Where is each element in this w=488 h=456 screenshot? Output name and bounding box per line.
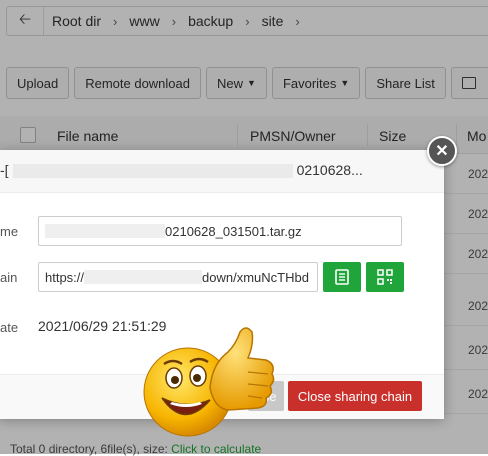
redacted-block <box>12 164 293 179</box>
redacted-block <box>84 270 203 284</box>
qrcode-button[interactable] <box>366 262 404 292</box>
share-chain-suffix: down/xmuNcTHbd <box>202 269 309 285</box>
share-chain-label: ain <box>0 270 18 285</box>
qrcode-icon <box>377 269 393 285</box>
dialog-header: -[ 0210628... <box>0 150 444 193</box>
redacted-block <box>45 224 165 238</box>
share-chain-field[interactable]: https:// down/xmuNcTHbd <box>38 262 318 292</box>
dialog-title-suffix: 0210628... <box>296 162 363 178</box>
share-name-label: me <box>0 224 19 239</box>
share-name-value: 0210628_031501.tar.gz <box>165 223 302 239</box>
copy-link-button[interactable] <box>323 262 361 292</box>
dialog-title-prefix: -[ <box>0 162 9 178</box>
copy-icon <box>335 269 349 285</box>
share-date-label: ate <box>0 320 19 335</box>
close-sharing-chain-button[interactable]: Close sharing chain <box>288 381 422 411</box>
dialog-title: -[ 0210628... <box>0 162 363 179</box>
thumbs-up-emoji-icon <box>143 327 277 437</box>
share-chain-prefix: https:// <box>45 269 85 285</box>
share-name-field[interactable]: 0210628_031501.tar.gz <box>38 216 402 246</box>
close-icon[interactable]: ✕ <box>427 136 457 166</box>
